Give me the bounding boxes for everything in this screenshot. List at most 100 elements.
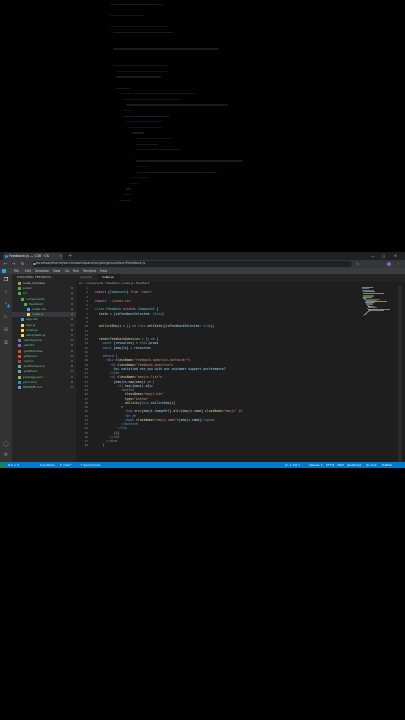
minimize-button[interactable]: — (371, 252, 375, 260)
faded-code-line (110, 14, 144, 16)
search-icon[interactable]: ⌕ (3, 289, 9, 295)
bookmark-star-icon[interactable]: ☆ (356, 260, 359, 268)
file-icon (18, 360, 21, 363)
remote-icon[interactable]: ⧉ (3, 340, 9, 346)
file-icon (18, 349, 21, 353)
faded-code-line (126, 104, 228, 106)
faded-code-line (135, 160, 243, 162)
sync-status[interactable]: ↑ Synchronize (80, 462, 100, 468)
tree-item-label: README.md (23, 385, 42, 389)
faded-code-line (122, 110, 132, 112)
status-bar: ⊗ 0 ⚠ 0 Live Share ↻ main* ↑ Synchronize… (0, 462, 405, 468)
address-bar[interactable]: localhost/theme/serviceworkspace/src/pla… (32, 261, 352, 267)
code-line: onClickEmoji = () => this.setState({isFe… (98, 324, 215, 329)
gear-icon[interactable]: ⚙ (3, 452, 9, 458)
browser-menu-icon[interactable]: ⋮ (397, 260, 401, 268)
editor-tab-index-js[interactable]: index.js (98, 274, 120, 281)
editor-tab-prev[interactable]: console (76, 274, 98, 281)
code-line: state = {isFeedbackSelected: false} (98, 311, 164, 316)
line-number: 38 (84, 443, 88, 448)
file-icon (21, 323, 24, 327)
code-line: ) (95, 443, 105, 448)
activity-bar: ❐ ⌕ ⑂ 9 ▷ ⊞ ⧉ ◯ ⚙ (0, 274, 12, 462)
browser-tab[interactable]: Feedback.js — C30 · CS ✕ (3, 253, 63, 260)
file-icon (18, 375, 21, 379)
branch-status[interactable]: ↻ main* (60, 462, 72, 468)
profile-avatar[interactable] (387, 261, 392, 267)
indent-setting[interactable]: Spaces: 2 (309, 462, 323, 468)
file-icon (18, 365, 21, 369)
file-icon (18, 386, 21, 389)
faded-code-line (116, 76, 161, 78)
faded-code-line (129, 182, 138, 184)
code-line: import './index.css' (95, 298, 133, 303)
account-icon[interactable]: ◯ (3, 441, 9, 447)
folder-icon (21, 297, 24, 301)
breadcrumb[interactable]: src › components › Feedback › index.js ›… (79, 281, 149, 286)
live-share-status[interactable]: Live Share (40, 462, 55, 468)
editor-scrollbar[interactable] (398, 286, 402, 462)
editor-area: console index.js src › components › Feed… (76, 274, 405, 462)
tab-close-icon[interactable]: ✕ (59, 253, 62, 260)
faded-code-line (135, 166, 146, 168)
git-status-badge: U (70, 385, 73, 389)
faded-code-line (126, 121, 164, 123)
faded-code-line (132, 154, 135, 156)
files-icon[interactable]: ❐ (3, 277, 9, 283)
problems-status[interactable]: ⊗ 0 ⚠ 0 (8, 462, 19, 468)
faded-code-line (122, 194, 132, 196)
folder-icon (24, 302, 27, 306)
faded-code-line (119, 199, 130, 201)
folder-icon (18, 287, 21, 291)
extensions-icon[interactable]: ⊞ (3, 327, 9, 333)
close-window-button[interactable]: ✕ (394, 252, 397, 260)
faded-code-line (110, 26, 168, 28)
faded-code-line (132, 177, 148, 179)
screen-recording-frame: Feedback.js — C30 · CS ✕ + — ▢ ✕ ← → ↻ l… (0, 252, 405, 468)
file-icon (18, 339, 21, 343)
file-icon (27, 308, 30, 311)
minimap-line (362, 290, 375, 292)
faded-code-line (132, 132, 145, 134)
file-icon (18, 344, 21, 348)
tree-file[interactable]: README.md U (12, 385, 76, 390)
eol-setting[interactable]: CRLF (337, 462, 344, 468)
faded-code-line (135, 149, 182, 151)
new-tab-button[interactable]: + (68, 252, 72, 260)
back-icon[interactable]: ← (4, 260, 7, 268)
go-live-button[interactable]: Go Live (366, 462, 376, 468)
language-mode[interactable]: JavaScript (347, 462, 361, 468)
file-icon (18, 370, 21, 374)
faded-code-line (122, 115, 171, 117)
folder-icon (18, 282, 21, 285)
tab-favicon-icon (4, 255, 8, 258)
maximize-button[interactable]: ▢ (382, 252, 385, 260)
site-info-icon[interactable] (33, 262, 36, 266)
faded-code-line (113, 31, 173, 33)
file-icon (21, 328, 24, 332)
vscode-logo-icon (2, 269, 6, 273)
remote-indicator-icon[interactable] (0, 462, 6, 468)
vscode-window: File Edit Selection View Go Run Terminal… (0, 268, 405, 468)
faded-code-line (119, 93, 197, 95)
faded-code-line (110, 3, 163, 5)
minimap-line (362, 293, 385, 294)
prettier-status[interactable]: Prettier (382, 462, 392, 468)
minimap[interactable] (362, 286, 392, 316)
code-line: import {Component} from 'react' (95, 290, 153, 295)
faded-code-line (126, 188, 132, 190)
encoding-setting[interactable]: UTF-8 (326, 462, 334, 468)
forward-icon[interactable]: → (12, 260, 15, 268)
editor-tab-label: console (80, 275, 92, 279)
minimap-line (362, 288, 369, 290)
reload-icon[interactable]: ↻ (21, 260, 24, 268)
file-icon (21, 334, 24, 337)
editor-tab-label: index.js (102, 275, 114, 279)
faded-code-line (122, 98, 181, 100)
run-icon[interactable]: ▷ (3, 314, 9, 320)
faded-code-line (135, 171, 218, 173)
editor-tab-bar: console index.js (76, 274, 405, 281)
faded-code-line (135, 143, 158, 145)
cursor-position[interactable]: Ln 1, Col 1 (285, 462, 300, 468)
folder-icon (18, 292, 21, 296)
